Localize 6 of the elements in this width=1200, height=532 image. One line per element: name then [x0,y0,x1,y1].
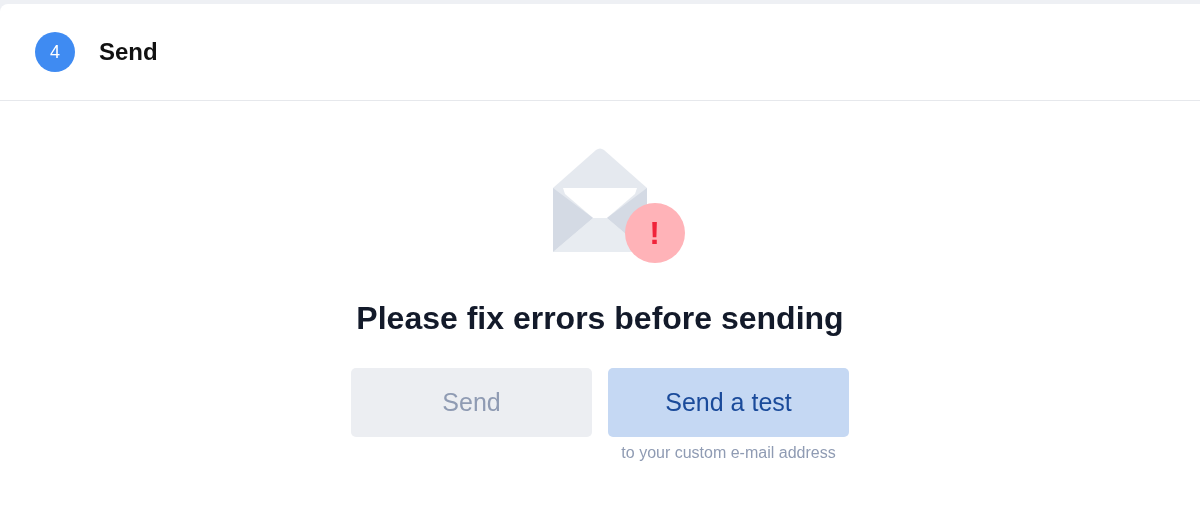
step-number: 4 [35,32,75,72]
step-title: Send [99,38,158,66]
envelope-icon [550,148,649,252]
error-badge: ! [624,203,685,263]
button-hint: to your custom e-mail address [621,444,836,462]
error-message: Please fix errors before sending [356,300,844,337]
